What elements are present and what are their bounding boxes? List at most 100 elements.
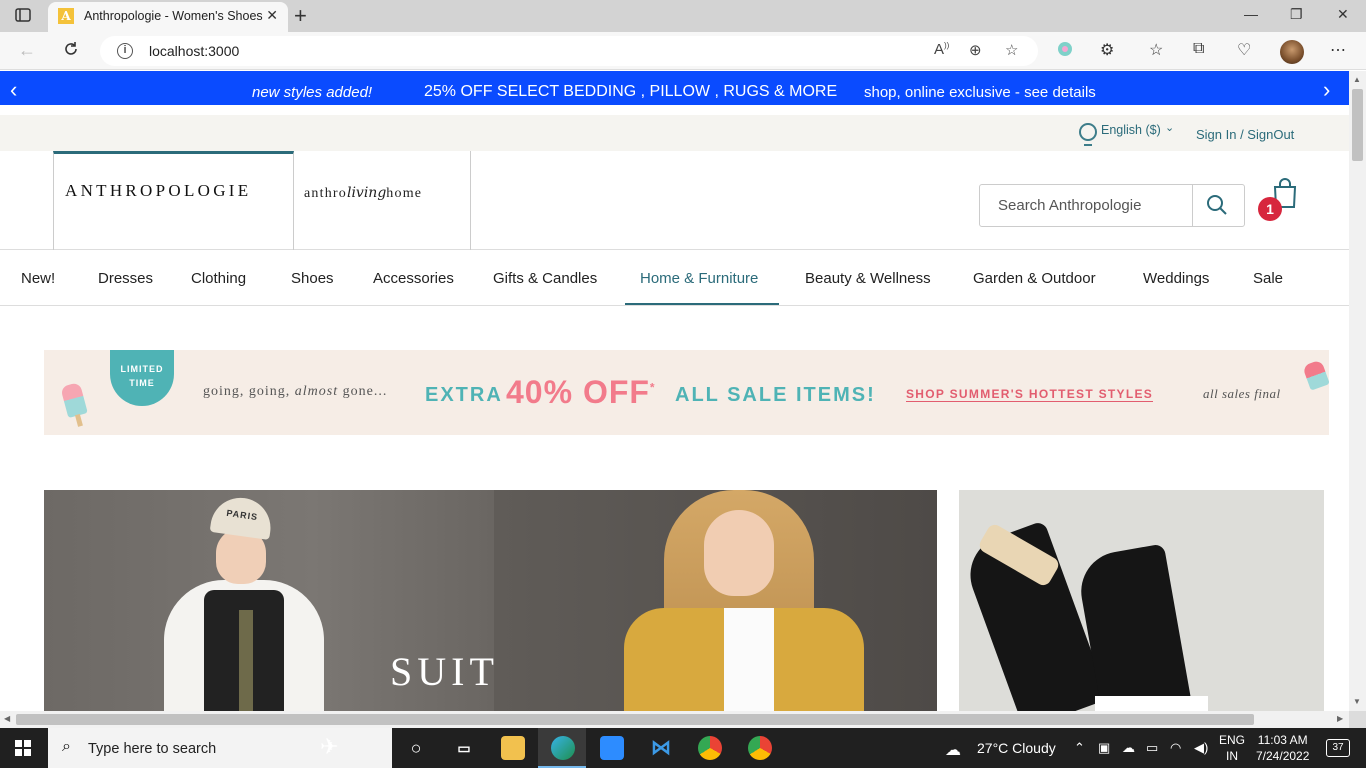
url-text[interactable]: localhost:3000 (149, 43, 239, 59)
browser-tab-active[interactable]: A Anthropologie - Women's Shoes ✕ (48, 2, 288, 32)
edge-icon[interactable] (551, 736, 575, 760)
all-sale-items-text: ALL SALE ITEMS! (675, 384, 876, 406)
tab-actions-icon[interactable] (14, 6, 34, 26)
scroll-up-icon[interactable]: ▲ (1353, 75, 1361, 84)
anthroliving-logo-tab[interactable]: anthrolivinghome (294, 151, 471, 250)
promo-details[interactable]: shop, online exclusive - see details (864, 84, 1096, 101)
weather-widget[interactable]: 27°C Cloudy (977, 740, 1056, 756)
refresh-icon[interactable] (62, 40, 80, 63)
model-face-2 (704, 510, 774, 596)
more-menu-icon[interactable]: ⋯ (1330, 40, 1346, 60)
shop-summer-link[interactable]: SHOP SUMMER'S HOTTEST STYLES (906, 387, 1154, 402)
vertical-scroll-thumb[interactable] (1352, 89, 1363, 161)
nav-item-beauty-wellness[interactable]: Beauty & Wellness (805, 270, 931, 287)
window-close-icon[interactable]: ✕ (1337, 6, 1349, 23)
read-aloud-icon[interactable]: A)) (934, 41, 949, 58)
nav-item-shoes[interactable]: Shoes (291, 270, 334, 287)
cortana-icon[interactable]: ○ (404, 736, 428, 760)
file-explorer-icon[interactable] (501, 736, 525, 760)
nav-item-home-furniture[interactable]: Home & Furniture (640, 270, 758, 287)
zoom-icon[interactable]: ⊕ (969, 41, 982, 59)
task-view-icon[interactable]: ▭ (452, 736, 476, 760)
search-input[interactable] (980, 185, 1192, 226)
discount-percent: 40% OFF* (506, 374, 656, 411)
onedrive-icon[interactable]: ☁ (1122, 740, 1135, 756)
site-logo[interactable]: ANTHROPOLOGIE (65, 181, 251, 201)
device-icon[interactable]: ▣ (1098, 740, 1110, 756)
nav-item-new[interactable]: New! (21, 270, 55, 287)
horizontal-scrollbar[interactable]: ◀ ▶ (0, 711, 1349, 728)
promo-offer[interactable]: 25% OFF SELECT BEDDING , PILLOW , RUGS &… (424, 83, 837, 101)
collections-icon[interactable]: ⧉ (1193, 40, 1204, 58)
address-bar[interactable]: i localhost:3000 A)) ⊕ ☆ (100, 36, 1038, 66)
hero-title: SUIT (390, 649, 499, 694)
nav-item-weddings[interactable]: Weddings (1143, 270, 1209, 287)
taskbar-clock[interactable]: 11:03 AM 7/24/2022 (1256, 732, 1309, 764)
favorites-icon[interactable]: ☆ (1149, 40, 1163, 60)
taskbar-search-placeholder[interactable]: Type here to search (88, 741, 216, 757)
cart-count-badge[interactable]: 1 (1258, 197, 1282, 221)
scroll-left-icon[interactable]: ◀ (4, 714, 10, 723)
promo-prev-icon[interactable]: ‹ (10, 77, 17, 103)
anthropologie-logo-tab[interactable]: ANTHROPOLOGIE (53, 151, 294, 250)
scroll-down-icon[interactable]: ▼ (1353, 697, 1361, 706)
site-info-icon[interactable]: i (117, 43, 133, 59)
going-text: going, going, (203, 384, 291, 399)
profile-avatar[interactable] (1280, 40, 1304, 64)
language-indicator-line-2: IN (1226, 749, 1238, 763)
chevron-down-icon[interactable]: ⌄ (1165, 121, 1174, 134)
extra-text: EXTRA (425, 384, 503, 406)
promo-next-icon[interactable]: › (1323, 77, 1330, 103)
zoom-app-icon[interactable] (600, 736, 624, 760)
search-box (979, 184, 1245, 227)
vscode-icon[interactable]: ⋈ (649, 736, 673, 760)
signin-link[interactable]: Sign In / SignOut (1196, 127, 1294, 142)
search-divider (1192, 185, 1193, 226)
nav-item-garden-outdoor[interactable]: Garden & Outdoor (973, 270, 1096, 287)
minimize-icon[interactable]: — (1244, 6, 1258, 22)
chrome-profile-icon[interactable] (748, 736, 772, 760)
scroll-right-icon[interactable]: ▶ (1337, 714, 1343, 723)
search-icon[interactable] (1206, 194, 1230, 218)
nav-item-gifts-candles[interactable]: Gifts & Candles (493, 270, 597, 287)
popsicle-icon (60, 381, 88, 419)
restore-icon[interactable]: ❐ (1290, 6, 1303, 23)
nav-item-clothing[interactable]: Clothing (191, 270, 246, 287)
chrome-icon[interactable] (698, 736, 722, 760)
promo-new-styles[interactable]: new styles added! (252, 84, 372, 101)
windows-start-icon[interactable] (15, 740, 31, 756)
volume-icon[interactable]: ◀) (1194, 740, 1208, 756)
shoes-promo-tile[interactable] (959, 490, 1324, 711)
anthroliving-logo[interactable]: anthrolivinghome (304, 185, 422, 202)
add-favorite-icon[interactable]: ☆ (1005, 41, 1018, 59)
new-tab-button[interactable]: + (294, 3, 307, 29)
notifications-badge[interactable]: 37 (1326, 739, 1350, 757)
wifi-icon[interactable]: ◠ (1170, 740, 1181, 756)
discount-footnote-mark: * (649, 380, 656, 395)
tab-close-icon[interactable]: ✕ (266, 7, 278, 24)
language-selector[interactable]: English ($) (1101, 123, 1161, 137)
back-arrow-icon[interactable]: ← (18, 40, 36, 61)
model-shirt-2 (724, 608, 774, 711)
chevron-up-icon[interactable]: ⌃ (1074, 740, 1085, 756)
sale-banner[interactable]: LIMITED TIME going, going, almost gone..… (44, 350, 1329, 435)
battery-icon[interactable]: ▭ (1146, 740, 1158, 756)
cloud-icon: ☁ (945, 742, 961, 759)
main-nav: New! Dresses Clothing Shoes Accessories … (0, 250, 1349, 306)
nav-item-accessories[interactable]: Accessories (373, 270, 454, 287)
popsicle-icon (1302, 359, 1329, 391)
extension-icon[interactable] (1056, 40, 1074, 63)
hero-suit-banner[interactable]: PARIS SUIT (44, 490, 937, 711)
taskbar-search[interactable]: ⌕ Type here to search ✈ (48, 728, 392, 768)
nav-item-sale[interactable]: Sale (1253, 270, 1283, 287)
scroll-corner (1349, 711, 1366, 728)
vertical-scrollbar[interactable]: ▲ ▼ (1349, 71, 1366, 711)
search-highlight-icon[interactable]: ✈ (320, 734, 338, 760)
nav-item-dresses[interactable]: Dresses (98, 270, 153, 287)
language-indicator[interactable]: ENG IN (1219, 732, 1245, 764)
horizontal-scroll-thumb[interactable] (16, 714, 1254, 725)
limited-badge-line-2: TIME (129, 378, 155, 388)
browser-essentials-icon[interactable]: ♡ (1237, 40, 1251, 60)
living-logo-part-b: living (346, 185, 387, 201)
extensions-puzzle-icon[interactable]: ⚙ (1100, 40, 1114, 60)
